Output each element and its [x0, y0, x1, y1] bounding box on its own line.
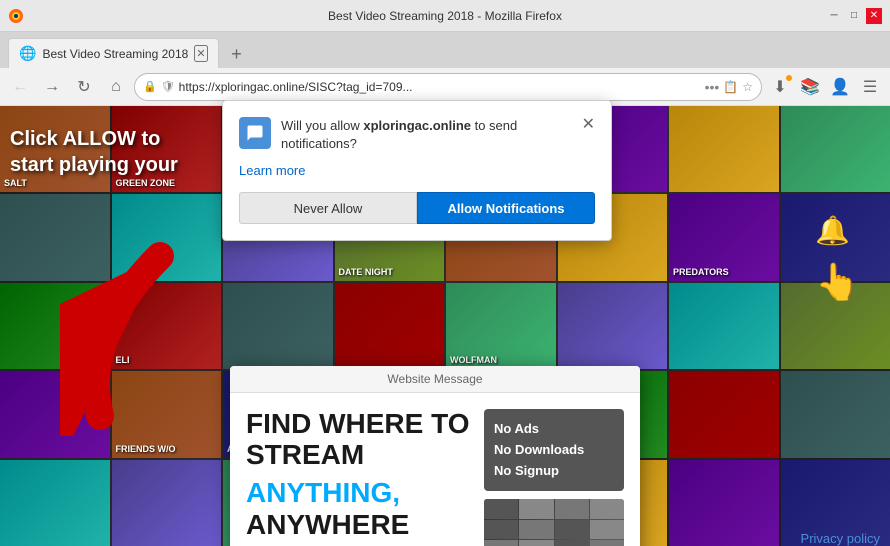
click-allow-text: Click ALLOW to — [10, 126, 178, 152]
tab-close-button[interactable]: ✕ — [194, 45, 207, 62]
popup-chat-icon — [239, 117, 271, 149]
click-allow-text2: start playing your — [10, 152, 178, 178]
wm-left-content: FIND WHERE TO STREAM ANYTHING, ANYWHERE … — [246, 409, 472, 546]
wm-preview-image — [484, 499, 624, 546]
popup-header: Will you allow xploringac.online to send… — [239, 117, 595, 153]
wm-right-content: No Ads No Downloads No Signup — [484, 409, 624, 546]
wm-badge: No Ads No Downloads No Signup — [484, 409, 624, 491]
back-button[interactable]: ← — [6, 73, 34, 101]
maximize-button[interactable]: □ — [846, 8, 862, 24]
tracking-icon: 🛡 — [161, 80, 175, 93]
bookmark-icon: ☆ — [742, 80, 753, 94]
title-bar: Best Video Streaming 2018 - Mozilla Fire… — [0, 0, 890, 32]
wm-subtitle-dark: ANYWHERE — [246, 509, 409, 540]
security-icon: 🔒 — [143, 80, 157, 93]
window-title: Best Video Streaming 2018 - Mozilla Fire… — [328, 9, 562, 23]
home-button[interactable]: ⌂ — [102, 73, 130, 101]
sync-button[interactable]: 👤 — [826, 73, 854, 101]
close-button[interactable]: ✕ — [866, 8, 882, 24]
popup-message-text: Will you allow xploringac.online to send… — [281, 117, 572, 153]
hand-cursor-icon: 👆 — [815, 261, 860, 303]
website-message-body: FIND WHERE TO STREAM ANYTHING, ANYWHERE … — [230, 393, 640, 546]
tab-favicon: 🌐 — [19, 45, 36, 62]
learn-more-link[interactable]: Learn more — [239, 163, 595, 178]
library-button[interactable]: 📚 — [796, 73, 824, 101]
minimize-button[interactable]: ─ — [826, 8, 842, 24]
website-message-popup: Website Message FIND WHERE TO STREAM ANY… — [230, 366, 640, 546]
bell-notification-icon: 🔔 — [815, 214, 850, 247]
reload-button[interactable]: ↻ — [70, 73, 98, 101]
wm-badge-line3: No Signup — [494, 461, 614, 482]
downloads-notification-dot — [786, 75, 792, 81]
tab-label: Best Video Streaming 2018 — [42, 47, 188, 61]
nav-right-actions: ⬇ 📚 👤 ☰ — [766, 73, 884, 101]
wm-subtitle-colored: ANYTHING, — [246, 477, 400, 508]
wm-title: FIND WHERE TO STREAM — [246, 409, 472, 471]
wm-badge-line2: No Downloads — [494, 440, 614, 461]
website-message-header: Website Message — [230, 366, 640, 393]
window-controls: ─ □ ✕ — [826, 8, 882, 24]
pocket-icon: 📋 — [723, 80, 738, 94]
popup-close-button[interactable]: ✕ — [582, 117, 595, 133]
menu-button[interactable]: ☰ — [856, 73, 884, 101]
firefox-icon — [8, 8, 24, 24]
address-bar[interactable]: 🔒 🛡 https://xploringac.online/SISC?tag_i… — [134, 73, 762, 101]
left-overlay-text: Click ALLOW to start playing your — [10, 126, 178, 178]
tab-bar: 🌐 Best Video Streaming 2018 ✕ + — [0, 32, 890, 68]
downloads-button[interactable]: ⬇ — [766, 73, 794, 101]
allow-notifications-button[interactable]: Allow Notifications — [417, 192, 595, 224]
wm-subtitle: ANYTHING, ANYWHERE — [246, 477, 472, 541]
privacy-policy-link[interactable]: Privacy policy — [801, 531, 880, 546]
more-options-icon: ••• — [705, 79, 720, 95]
active-tab[interactable]: 🌐 Best Video Streaming 2018 ✕ — [8, 38, 219, 68]
popup-message-before: Will you allow — [281, 118, 363, 133]
popup-buttons: Never Allow Allow Notifications — [239, 192, 595, 224]
wm-badge-line1: No Ads — [494, 419, 614, 440]
notification-popup: Will you allow xploringac.online to send… — [222, 100, 612, 241]
never-allow-button[interactable]: Never Allow — [239, 192, 417, 224]
new-tab-button[interactable]: + — [223, 40, 251, 68]
forward-button[interactable]: → — [38, 73, 66, 101]
url-display: https://xploringac.online/SISC?tag_id=70… — [179, 80, 701, 94]
popup-domain: xploringac.online — [363, 118, 471, 133]
